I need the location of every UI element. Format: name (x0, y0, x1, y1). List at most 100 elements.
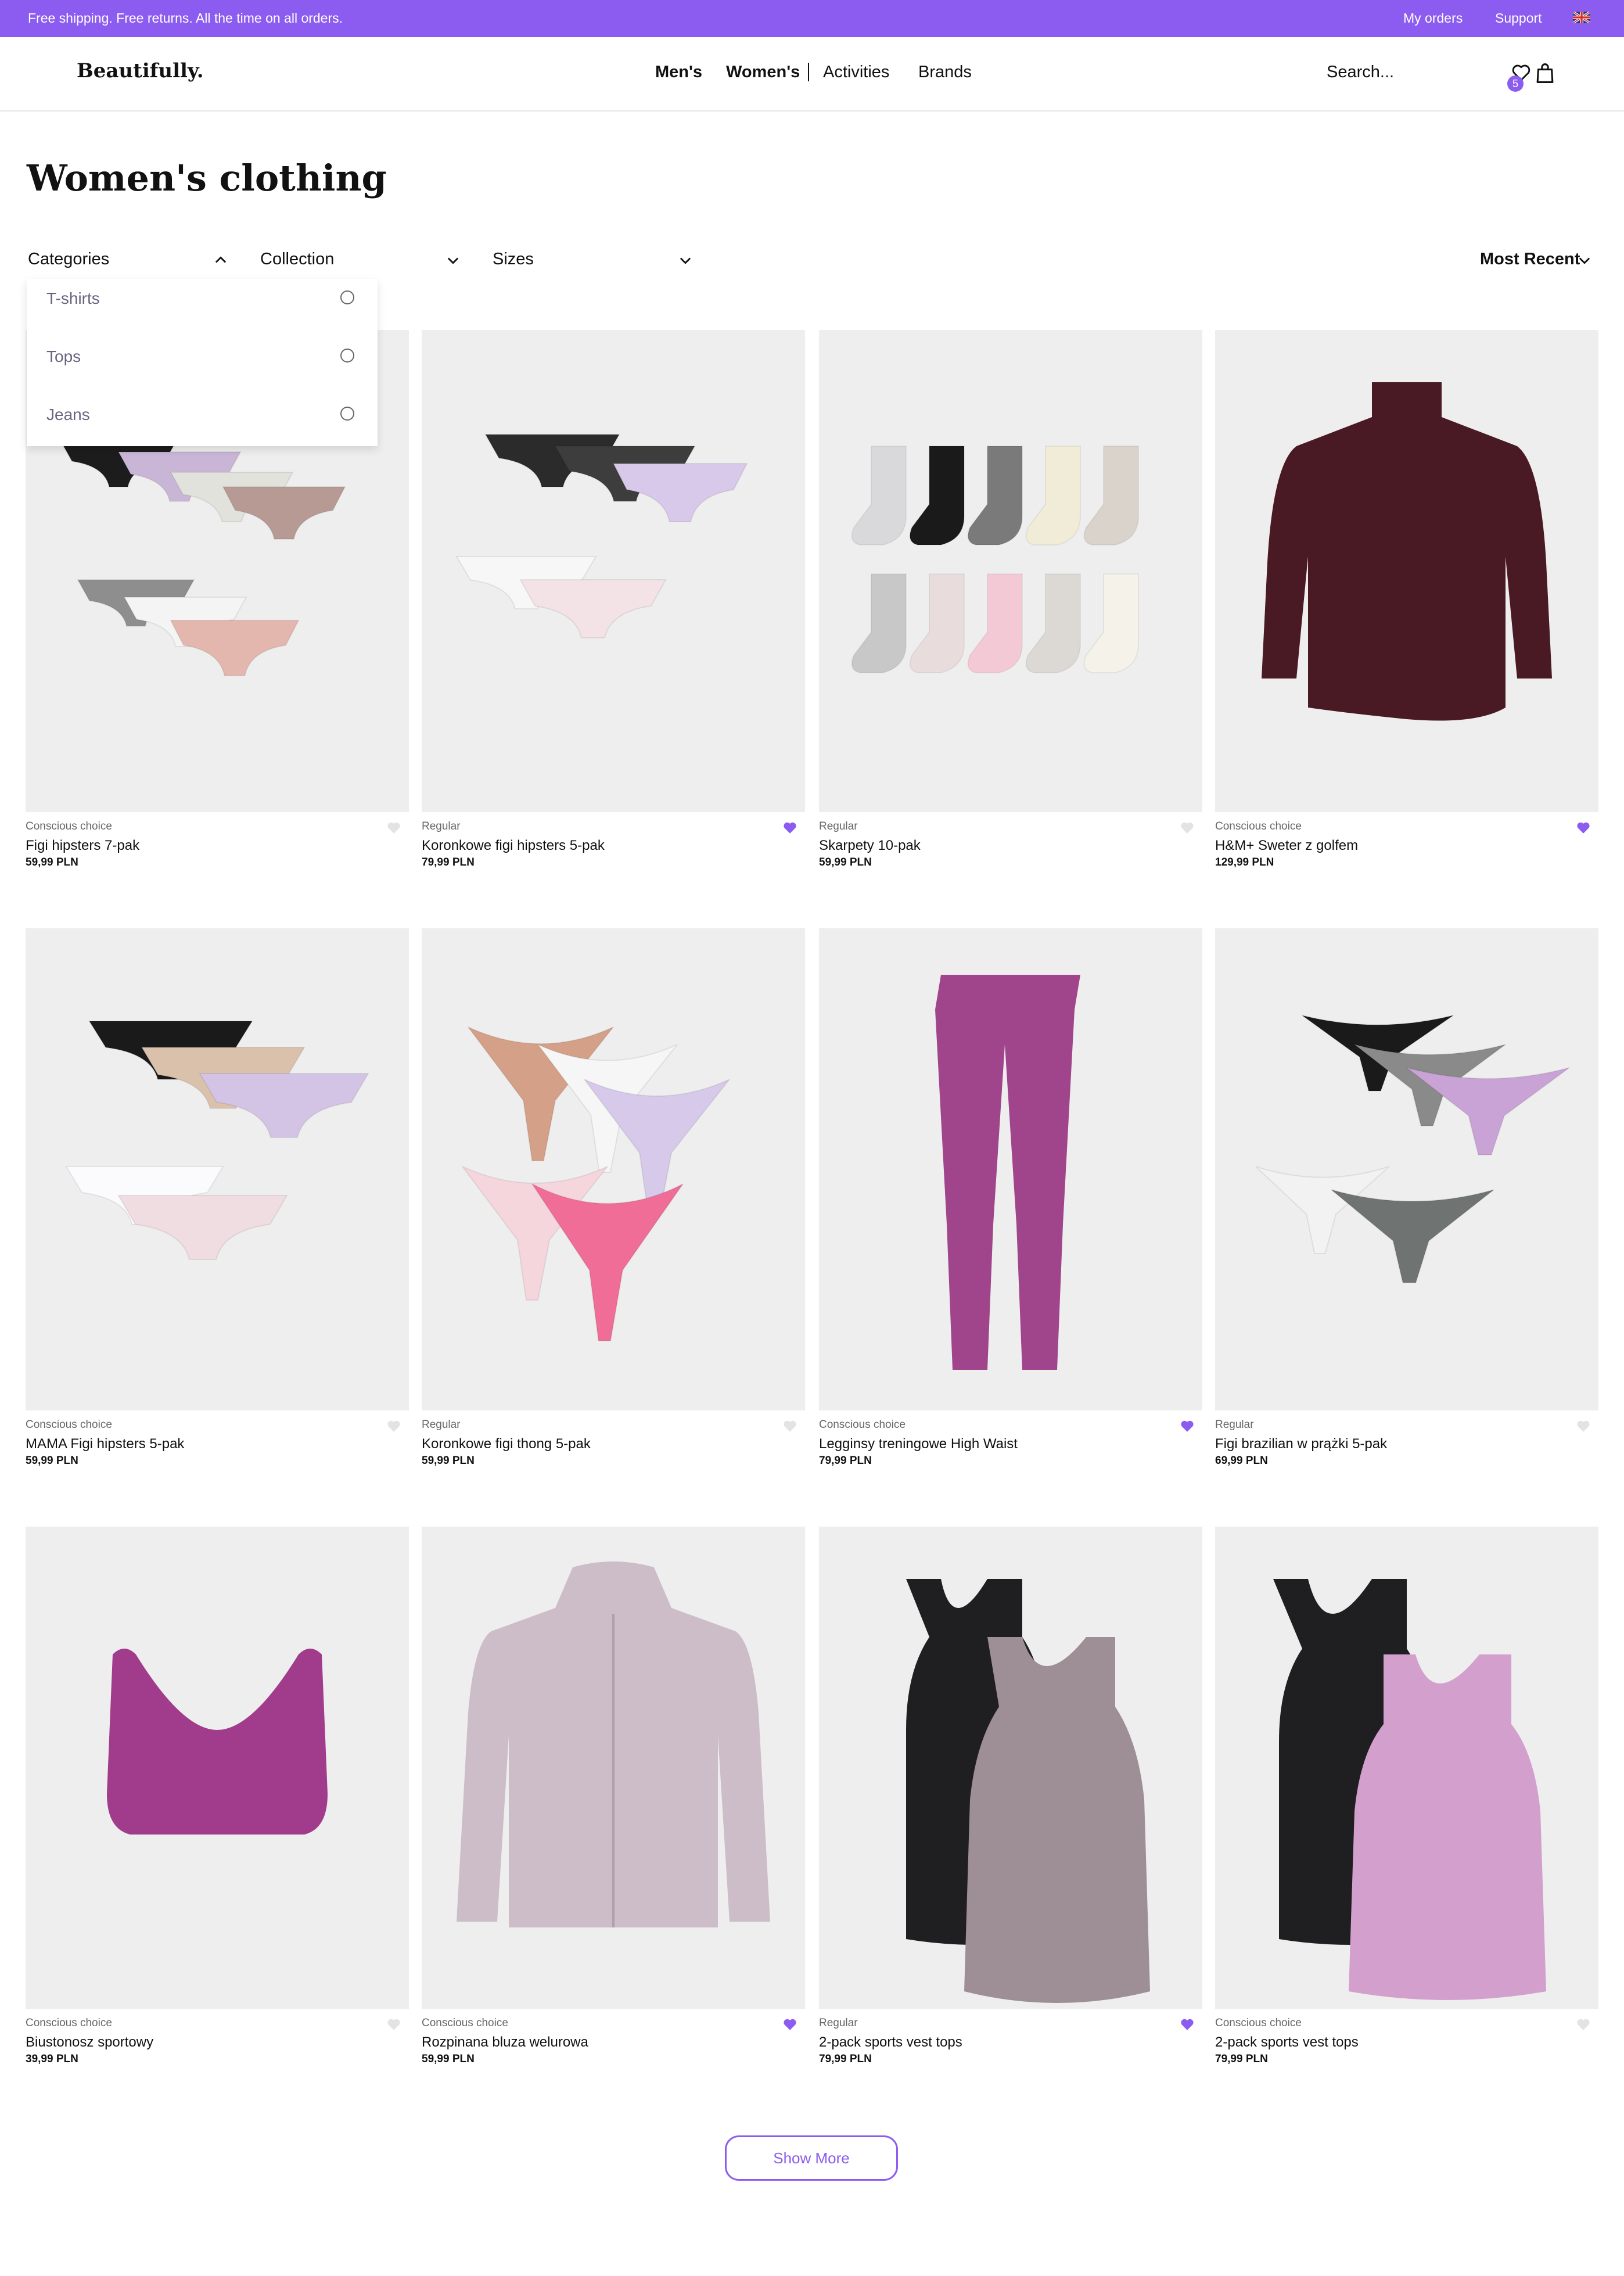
product-card[interactable]: Conscious choice MAMA Figi hipsters 5-pa… (26, 928, 409, 1509)
favorite-heart-icon[interactable] (782, 820, 798, 835)
hoodie-icon (457, 1561, 770, 1927)
categories-filter-label: Categories (28, 250, 110, 268)
favorite-heart-icon[interactable] (782, 1419, 798, 1434)
nav-brands[interactable]: Brands (918, 63, 972, 82)
favorite-heart-icon[interactable] (782, 2017, 798, 2032)
product-name[interactable]: MAMA Figi hipsters 5-pak (26, 1436, 184, 1452)
product-name[interactable]: Rozpinana bluza welurowa (422, 2034, 588, 2051)
product-image[interactable] (819, 330, 1202, 812)
uk-flag-icon[interactable] (1573, 12, 1590, 23)
favorite-heart-icon[interactable] (386, 820, 402, 835)
promo-text: Free shipping. Free returns. All the tim… (28, 10, 343, 26)
radio-button[interactable] (340, 407, 354, 421)
product-card[interactable]: Conscious choice 2-pack sports vest tops… (1215, 1527, 1598, 2108)
wishlist-count-badge: 5 (1507, 76, 1524, 92)
chevron-down-icon (1579, 257, 1590, 264)
briefs-pack-icon (65, 1021, 369, 1260)
promo-bar: Free shipping. Free returns. All the tim… (0, 0, 1624, 37)
turtleneck-sweater-icon (1262, 382, 1552, 721)
product-name[interactable]: Koronkowe figi thong 5-pak (422, 1436, 591, 1452)
product-image[interactable] (422, 330, 805, 812)
product-name[interactable]: 2-pack sports vest tops (1215, 2034, 1359, 2051)
product-name[interactable]: Koronkowe figi hipsters 5-pak (422, 838, 605, 854)
product-collection-label: Conscious choice (26, 820, 112, 832)
shopping-bag-icon[interactable] (1536, 63, 1554, 84)
product-card[interactable]: Conscious choice Legginsy treningowe Hig… (819, 928, 1202, 1509)
support-link[interactable]: Support (1495, 10, 1542, 26)
product-image[interactable] (819, 928, 1202, 1410)
nav-mens[interactable]: Men's (655, 63, 702, 82)
product-collection-label: Regular (422, 820, 461, 832)
product-card[interactable]: Regular Koronkowe figi hipsters 5-pak 79… (422, 330, 805, 911)
show-more-button[interactable]: Show More (725, 2135, 898, 2181)
favorite-heart-icon[interactable] (1575, 2017, 1591, 2032)
product-name[interactable]: Legginsy treningowe High Waist (819, 1436, 1018, 1452)
product-card[interactable]: Conscious choice Biustonosz sportowy 39,… (26, 1527, 409, 2108)
product-name[interactable]: H&M+ Sweter z golfem (1215, 838, 1358, 854)
product-name[interactable]: Skarpety 10-pak (819, 838, 921, 854)
product-price: 79,99 PLN (422, 856, 475, 868)
main-header: Beautifully. Men's Women's Activities Br… (0, 37, 1624, 112)
product-price: 39,99 PLN (26, 2053, 78, 2065)
product-card[interactable]: Regular 2-pack sports vest tops 79,99 PL… (819, 1527, 1202, 2108)
nav-activities[interactable]: Activities (823, 63, 889, 82)
product-card[interactable]: Regular Figi brazilian w prążki 5-pak 69… (1215, 928, 1598, 1509)
product-image[interactable] (26, 928, 409, 1410)
product-price: 79,99 PLN (819, 1455, 872, 1467)
product-collection-label: Regular (1215, 1419, 1254, 1431)
product-collection-label: Conscious choice (26, 2017, 112, 2029)
product-price: 59,99 PLN (26, 856, 78, 868)
favorite-heart-icon[interactable] (1575, 1419, 1591, 1434)
category-option-tops[interactable]: Tops (27, 337, 378, 395)
product-card[interactable]: Conscious choice H&M+ Sweter z golfem 12… (1215, 330, 1598, 911)
product-price: 59,99 PLN (819, 856, 872, 868)
product-card[interactable]: Regular Skarpety 10-pak 59,99 PLN (819, 330, 1202, 911)
vest-tops-icon (906, 1579, 1150, 2003)
product-name[interactable]: Biustonosz sportowy (26, 2034, 153, 2051)
category-option-tshirts[interactable]: T-shirts (27, 279, 378, 337)
favorite-heart-icon[interactable] (386, 2017, 402, 2032)
thong-pack-icon (1255, 1015, 1570, 1283)
product-image[interactable] (1215, 1527, 1598, 2009)
product-name[interactable]: Figi hipsters 7-pak (26, 838, 139, 854)
vest-tops-icon (1273, 1579, 1546, 2000)
category-option-label: T-shirts (46, 289, 100, 307)
favorite-heart-icon[interactable] (1179, 2017, 1195, 2032)
product-card[interactable]: Conscious choice Rozpinana bluza welurow… (422, 1527, 805, 2108)
product-image[interactable] (1215, 330, 1598, 812)
product-collection-label: Conscious choice (1215, 2017, 1302, 2029)
product-collection-label: Regular (422, 1419, 461, 1431)
product-collection-label: Conscious choice (26, 1419, 112, 1431)
product-card[interactable]: Regular Koronkowe figi thong 5-pak 59,99… (422, 928, 805, 1509)
favorite-heart-icon[interactable] (1575, 820, 1591, 835)
product-price: 59,99 PLN (422, 1455, 475, 1467)
product-price: 69,99 PLN (1215, 1455, 1268, 1467)
product-name[interactable]: Figi brazilian w prążki 5-pak (1215, 1436, 1387, 1452)
categories-dropdown: T-shirts Tops Jeans (27, 279, 378, 446)
nav-womens[interactable]: Women's (726, 63, 800, 82)
product-image[interactable] (26, 1527, 409, 2009)
lace-briefs-icon (455, 434, 748, 638)
radio-button[interactable] (340, 349, 354, 362)
product-image[interactable] (422, 1527, 805, 2009)
product-price: 59,99 PLN (26, 1455, 78, 1467)
radio-button[interactable] (340, 290, 354, 304)
product-collection-label: Conscious choice (422, 2017, 508, 2029)
page-title: Women's clothing (27, 157, 387, 199)
my-orders-link[interactable]: My orders (1403, 10, 1463, 26)
product-image[interactable] (819, 1527, 1202, 2009)
logo[interactable]: Beautifully. (77, 59, 204, 82)
sort-dropdown[interactable]: Most Recent (1480, 250, 1590, 269)
product-image[interactable] (1215, 928, 1598, 1410)
search-input[interactable]: Search... (1327, 63, 1394, 82)
product-image[interactable] (422, 928, 805, 1410)
product-collection-label: Regular (819, 820, 858, 832)
nav-divider (808, 63, 809, 81)
category-option-label: Tops (46, 347, 81, 365)
favorite-heart-icon[interactable] (1179, 1419, 1195, 1434)
favorite-heart-icon[interactable] (1179, 820, 1195, 835)
chevron-up-icon (215, 256, 227, 263)
category-option-jeans[interactable]: Jeans (27, 395, 378, 453)
favorite-heart-icon[interactable] (386, 1419, 402, 1434)
product-name[interactable]: 2-pack sports vest tops (819, 2034, 962, 2051)
